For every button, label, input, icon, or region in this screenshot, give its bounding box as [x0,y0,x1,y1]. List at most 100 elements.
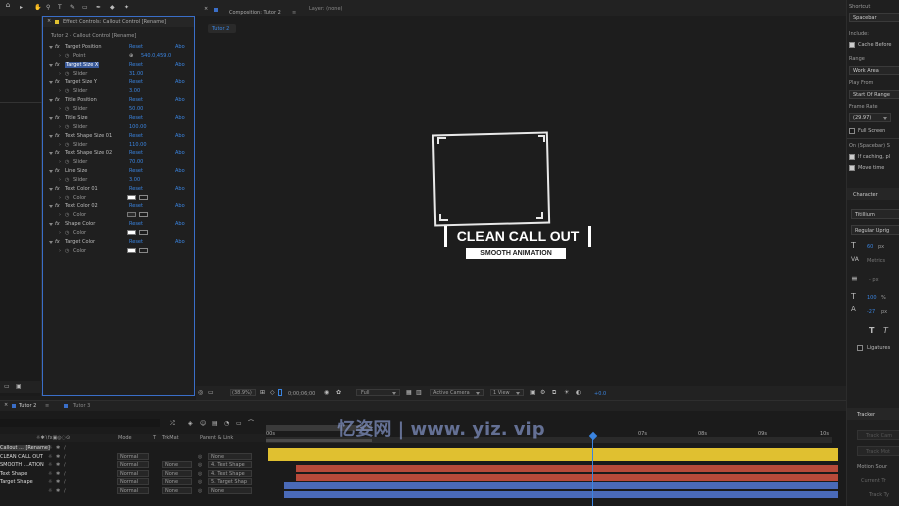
param-chevron-icon[interactable]: › [59,159,61,165]
mode-dropdown[interactable]: Normal [117,452,149,460]
layer-tab[interactable]: Layer: (none) [309,6,343,12]
reset-link[interactable]: Reset [129,221,143,227]
new-comp-icon[interactable]: ▣ [16,383,22,390]
reset-link[interactable]: Reset [129,186,143,192]
track-camera-button[interactable]: Track Cam [857,430,899,440]
reset-link[interactable]: Reset [129,239,143,245]
full-screen-checkbox[interactable] [849,128,855,134]
play-from-dropdown[interactable]: Start Of Range [849,90,899,99]
layer-name[interactable]: CLEAN CALL OUT [0,454,43,460]
about-link[interactable]: Abo [175,133,185,139]
fx-icon[interactable]: fx [55,97,60,103]
param-value[interactable]: 3.00 [129,88,140,94]
graph-editor-icon[interactable]: ▭ [236,420,242,427]
collapse-switch-icon[interactable]: ✱ [56,454,60,460]
stopwatch-icon[interactable]: ◷ [65,248,69,254]
chevron-down-icon[interactable] [49,116,53,120]
pickwhip-icon[interactable]: ◎ [198,471,202,477]
mode-dropdown[interactable]: Normal [117,469,149,477]
exposure-icon[interactable]: ◐ [576,389,581,396]
fx-icon[interactable]: fx [55,186,60,192]
about-link[interactable]: Abo [175,168,185,174]
eyedropper-icon[interactable] [139,212,148,218]
quality-switch-icon[interactable]: ∕ [64,454,66,460]
effect-name[interactable]: Shape Color [65,221,95,227]
toggle-pixel-aspect-icon[interactable]: ▣ [530,389,536,396]
shortcut-dropdown[interactable]: Spacebar [849,13,899,22]
quality-switch-icon[interactable]: ∕ [64,462,66,468]
always-preview-icon[interactable]: ◎ [198,389,203,396]
reset-link[interactable]: Reset [129,150,143,156]
param-chevron-icon[interactable]: › [59,124,61,130]
chevron-down-icon[interactable] [49,134,53,138]
timeline-tab-tutor3[interactable]: Tutor 3 [73,403,90,409]
layer-duration-bar[interactable] [296,465,838,473]
shy-switch-icon[interactable]: ☼ [48,445,52,451]
region-of-interest-icon[interactable]: ▭ [208,389,214,396]
param-chevron-icon[interactable]: › [59,142,61,148]
text-tool-icon[interactable]: T [58,4,62,11]
graph-editor-2-icon[interactable]: ⌒ [248,420,254,427]
color-swatch[interactable] [127,247,136,253]
scale-value[interactable]: 100 [867,295,877,301]
fx-icon[interactable]: fx [55,150,60,156]
move-time-checkbox[interactable] [849,165,855,171]
layer-name[interactable]: Callout ... [Rename] [0,445,50,451]
effect-name[interactable]: Target Position [65,44,102,50]
about-link[interactable]: Abo [175,203,185,209]
param-chevron-icon[interactable]: › [59,177,61,183]
home-icon[interactable]: ⌂ [4,2,12,9]
chevron-down-icon[interactable] [49,205,53,209]
reset-link[interactable]: Reset [129,62,143,68]
chevron-down-icon[interactable] [49,152,53,156]
close-icon[interactable]: × [204,6,208,13]
param-value[interactable]: 3.00 [129,177,140,183]
chevron-down-icon[interactable] [49,81,53,85]
effect-name[interactable]: Target Size Y [65,79,97,85]
param-value[interactable]: 100.00 [129,124,147,130]
layer-duration-bar[interactable] [268,452,838,461]
stopwatch-icon[interactable]: ◷ [65,195,69,201]
stopwatch-icon[interactable]: ◷ [65,71,69,77]
trkmat-dropdown[interactable]: None [162,478,192,486]
effect-name[interactable]: Text Shape Size 01 [65,133,112,139]
about-link[interactable]: Abo [175,150,185,156]
param-chevron-icon[interactable]: › [59,195,61,201]
about-link[interactable]: Abo [175,97,185,103]
effect-name[interactable]: Text Color 02 [65,203,98,209]
selection-tool-icon[interactable]: ▸ [20,4,23,11]
color-swatch[interactable] [127,194,136,200]
layer-duration-bar[interactable] [296,473,838,481]
param-chevron-icon[interactable]: › [59,53,61,59]
reset-link[interactable]: Reset [129,97,143,103]
faux-italic-icon[interactable]: T [883,327,888,335]
parent-header[interactable]: Parent & Link [200,435,233,441]
about-link[interactable]: Abo [175,44,185,50]
fx-icon[interactable]: fx [55,239,60,245]
layer-name[interactable]: SMOOTH ...ATION [0,462,44,468]
param-value[interactable]: 50.00 [129,106,143,112]
layer-row[interactable]: Callout ... [Rename] ☼ ✱ ∕ [0,444,266,452]
close-icon[interactable]: × [4,402,8,409]
chevron-down-icon[interactable] [49,240,53,244]
param-chevron-icon[interactable]: › [59,106,61,112]
effect-name[interactable]: Target Color [65,239,95,245]
fx-icon[interactable]: fx [55,44,60,50]
effect-controls-tab[interactable]: Effect Controls: Callout Control [Rename… [63,19,166,25]
effect-name[interactable]: Text Shape Size 02 [65,150,112,156]
reset-link[interactable]: Reset [129,133,143,139]
ligatures-checkbox[interactable] [857,345,863,351]
stopwatch-icon[interactable]: ◷ [65,177,69,183]
layer-name[interactable]: Target Shape [0,479,33,485]
about-link[interactable]: Abo [175,239,185,245]
fx-icon[interactable]: fx [55,133,60,139]
comp-mini-flowchart-icon[interactable]: ⤮ [170,420,175,427]
reset-link[interactable]: Reset [129,115,143,121]
quality-switch-icon[interactable]: ∕ [64,471,66,477]
timecode[interactable]: 0;00;06;00 [288,391,315,397]
shape-tool-icon[interactable]: ▭ [82,4,88,11]
exposure-value[interactable]: +0.0 [594,391,606,397]
pickwhip-icon[interactable]: ◎ [198,488,202,494]
mode-dropdown[interactable]: Normal [117,478,149,486]
shy-switch-icon[interactable]: ☼ [48,471,52,477]
